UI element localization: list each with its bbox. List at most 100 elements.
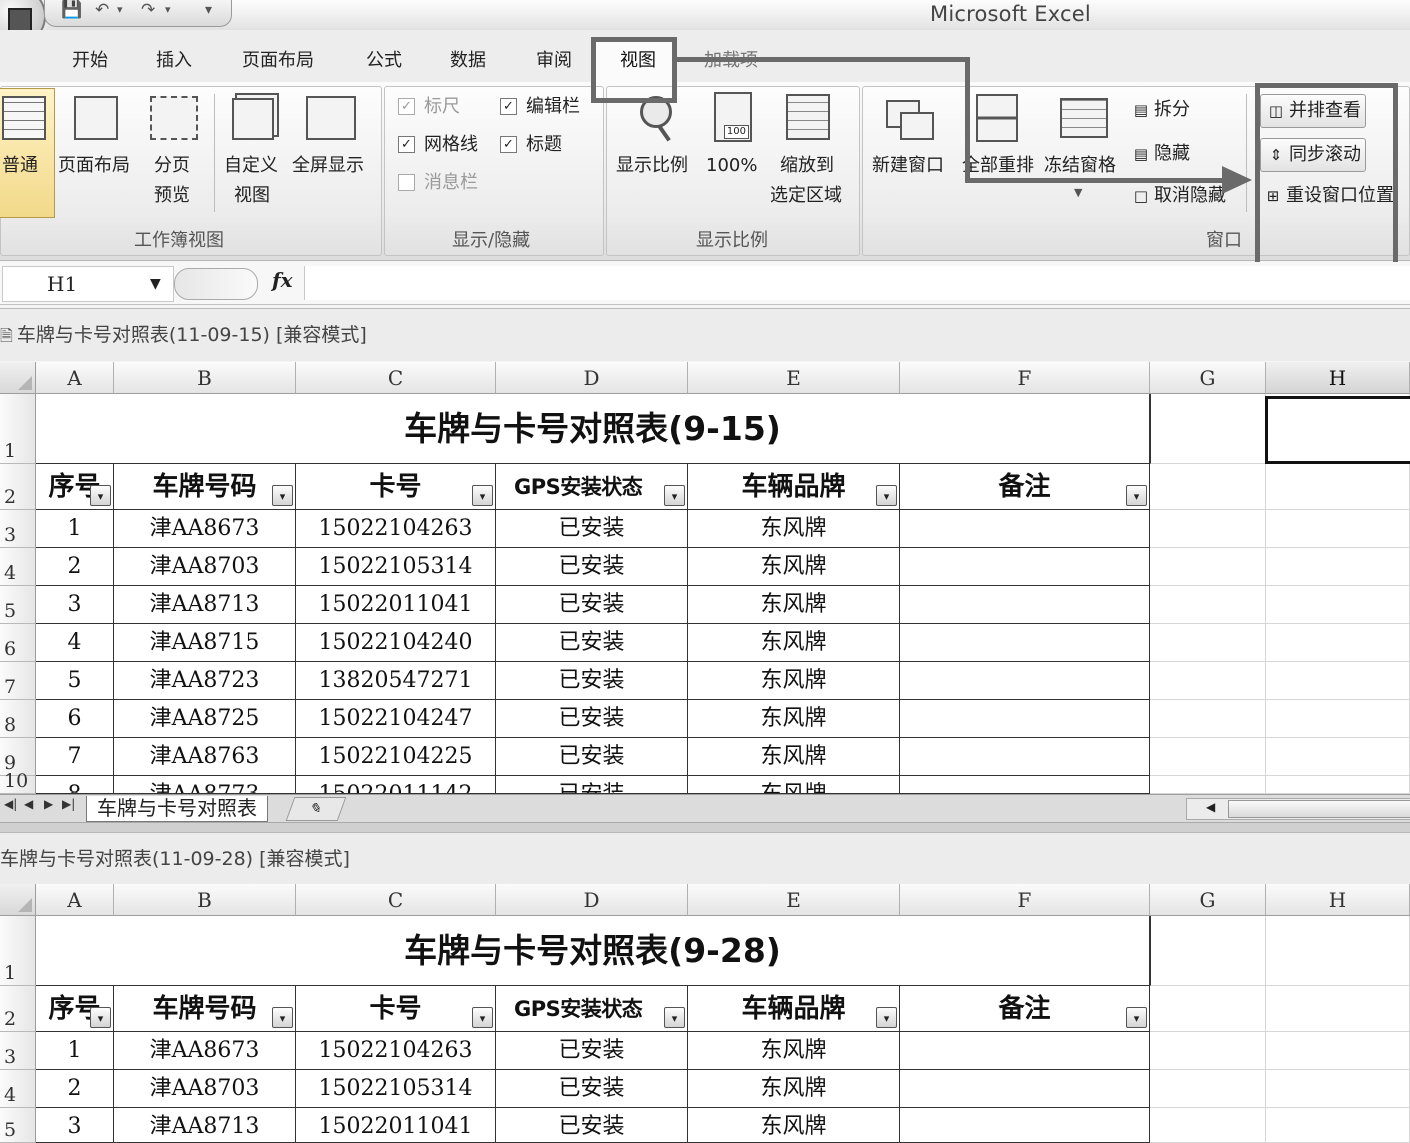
cell-serial-number[interactable]: 8 xyxy=(36,776,114,794)
freeze-panes-button[interactable]: 冻结窗格 xyxy=(1044,152,1116,180)
cell-remarks[interactable] xyxy=(900,548,1150,586)
freeze-dropdown-icon[interactable]: ▼ xyxy=(1074,186,1082,199)
row-header[interactable]: 1 xyxy=(0,394,36,464)
cell-card-number[interactable]: 15022104263 xyxy=(296,510,496,548)
cell-remarks[interactable] xyxy=(900,510,1150,548)
cell-serial-number[interactable]: 1 xyxy=(36,1032,114,1070)
split-button[interactable]: ▤ 拆分 xyxy=(1130,94,1190,126)
cell-h[interactable] xyxy=(1266,700,1410,738)
cell-h[interactable] xyxy=(1266,548,1410,586)
filter-dropdown-gps-status[interactable]: ▾ xyxy=(664,485,685,506)
cell-g[interactable] xyxy=(1150,1108,1266,1143)
undo-icon[interactable]: ↶ xyxy=(95,0,109,20)
page-layout-view-button[interactable]: 页面布局 xyxy=(58,152,130,180)
column-header-e[interactable]: E xyxy=(688,362,900,394)
tab-insert[interactable]: 插入 xyxy=(156,46,192,72)
name-box[interactable]: H1 xyxy=(2,266,174,302)
redo-dropdown-icon[interactable]: ▾ xyxy=(165,0,171,20)
cell-gps-status[interactable]: 已安装 xyxy=(496,586,688,624)
cell-plate-number[interactable]: 津AA8713 xyxy=(114,1108,296,1143)
cell-h[interactable] xyxy=(1266,624,1410,662)
cell-card-number[interactable]: 15022105314 xyxy=(296,548,496,586)
selected-cell-h1[interactable] xyxy=(1265,396,1410,464)
cell-h[interactable] xyxy=(1266,1108,1410,1143)
cell-card-number[interactable]: 15022105314 xyxy=(296,1070,496,1108)
cell-gps-status[interactable]: 已安装 xyxy=(496,1070,688,1108)
cell-gps-status[interactable]: 已安装 xyxy=(496,662,688,700)
cell-remarks[interactable] xyxy=(900,1032,1150,1070)
insert-function-button[interactable]: fx xyxy=(272,268,293,292)
row-header[interactable]: 8 xyxy=(0,700,36,738)
cell-g[interactable] xyxy=(1150,776,1266,794)
cell-remarks[interactable] xyxy=(900,738,1150,776)
column-header-a[interactable]: A xyxy=(36,884,114,916)
column-header-c[interactable]: C xyxy=(296,884,496,916)
cell-gps-status[interactable]: 已安装 xyxy=(496,510,688,548)
cell-card-number[interactable]: 15022104240 xyxy=(296,624,496,662)
cell-h[interactable] xyxy=(1266,586,1410,624)
cell-vehicle-brand[interactable]: 东风牌 xyxy=(688,548,900,586)
column-header-f[interactable]: F xyxy=(900,362,1150,394)
filter-dropdown-card-number[interactable]: ▾ xyxy=(472,485,493,506)
filter-dropdown-vehicle-brand[interactable]: ▾ xyxy=(876,1007,897,1028)
sheet-tab[interactable]: 车牌与卡号对照表 xyxy=(86,796,268,822)
zoom-100-button[interactable]: 100% xyxy=(706,152,757,180)
cell-h[interactable] xyxy=(1266,510,1410,548)
tab-data[interactable]: 数据 xyxy=(450,46,486,72)
customize-qat-icon[interactable]: ▾ xyxy=(205,0,212,20)
zoom-to-selection-button[interactable]: 缩放到 xyxy=(780,152,834,180)
cell-g[interactable] xyxy=(1150,700,1266,738)
cell-card-number[interactable]: 15022104225 xyxy=(296,738,496,776)
cell-vehicle-brand[interactable]: 东风牌 xyxy=(688,1032,900,1070)
cell-remarks[interactable] xyxy=(900,1108,1150,1143)
column-header-d[interactable]: D xyxy=(496,362,688,394)
cell-vehicle-brand[interactable]: 东风牌 xyxy=(688,776,900,794)
row-header[interactable]: 1 xyxy=(0,916,36,986)
cell-serial-number[interactable]: 3 xyxy=(36,586,114,624)
cell-h[interactable] xyxy=(1266,1070,1410,1108)
cell-g[interactable] xyxy=(1150,624,1266,662)
cell-plate-number[interactable]: 津AA8723 xyxy=(114,662,296,700)
cell-gps-status[interactable]: 已安装 xyxy=(496,776,688,794)
filter-dropdown-plate-number[interactable]: ▾ xyxy=(272,1007,293,1028)
cell-h2[interactable] xyxy=(1266,464,1410,510)
filter-dropdown-serial-number[interactable]: ▾ xyxy=(90,1007,111,1028)
cell-card-number[interactable]: 13820547271 xyxy=(296,662,496,700)
filter-dropdown-vehicle-brand[interactable]: ▾ xyxy=(876,485,897,506)
cell-plate-number[interactable]: 津AA8763 xyxy=(114,738,296,776)
new-window-button[interactable]: 新建窗口 xyxy=(872,152,944,180)
tab-formulas[interactable]: 公式 xyxy=(366,46,402,72)
message-bar-checkbox[interactable] xyxy=(398,174,415,191)
column-header-f[interactable]: F xyxy=(900,884,1150,916)
cell-card-number[interactable]: 15022011041 xyxy=(296,586,496,624)
tab-home[interactable]: 开始 xyxy=(72,46,108,72)
cell-serial-number[interactable]: 7 xyxy=(36,738,114,776)
first-sheet-icon[interactable]: ◀| xyxy=(4,797,17,811)
column-header-g[interactable]: G xyxy=(1150,884,1266,916)
new-sheet-icon[interactable]: ✎ xyxy=(285,797,347,821)
column-header-g[interactable]: G xyxy=(1150,362,1266,394)
cell-g[interactable] xyxy=(1150,1032,1266,1070)
cell-vehicle-brand[interactable]: 东风牌 xyxy=(688,624,900,662)
full-screen-button[interactable]: 全屏显示 xyxy=(292,152,364,180)
cell-h[interactable] xyxy=(1266,662,1410,700)
row-header[interactable]: 4 xyxy=(0,1070,36,1108)
custom-views-button[interactable]: 自定义 xyxy=(224,152,278,180)
cell-g[interactable] xyxy=(1150,548,1266,586)
cell-g1[interactable] xyxy=(1150,916,1266,986)
row-header[interactable]: 3 xyxy=(0,510,36,548)
ruler-checkbox[interactable]: ✓ xyxy=(398,98,415,115)
name-box-dropdown-icon[interactable]: ▼ xyxy=(150,266,161,302)
cell-card-number[interactable]: 15022011142 xyxy=(296,776,496,794)
cell-plate-number[interactable]: 津AA8725 xyxy=(114,700,296,738)
cell-serial-number[interactable]: 3 xyxy=(36,1108,114,1143)
row-header[interactable]: 6 xyxy=(0,624,36,662)
row-header[interactable]: 4 xyxy=(0,548,36,586)
cell-gps-status[interactable]: 已安装 xyxy=(496,624,688,662)
cell-vehicle-brand[interactable]: 东风牌 xyxy=(688,738,900,776)
cell-remarks[interactable] xyxy=(900,700,1150,738)
column-header-a[interactable]: A xyxy=(36,362,114,394)
cell-plate-number[interactable]: 津AA8703 xyxy=(114,548,296,586)
cell-h[interactable] xyxy=(1266,1032,1410,1070)
cell-h1[interactable] xyxy=(1266,916,1410,986)
